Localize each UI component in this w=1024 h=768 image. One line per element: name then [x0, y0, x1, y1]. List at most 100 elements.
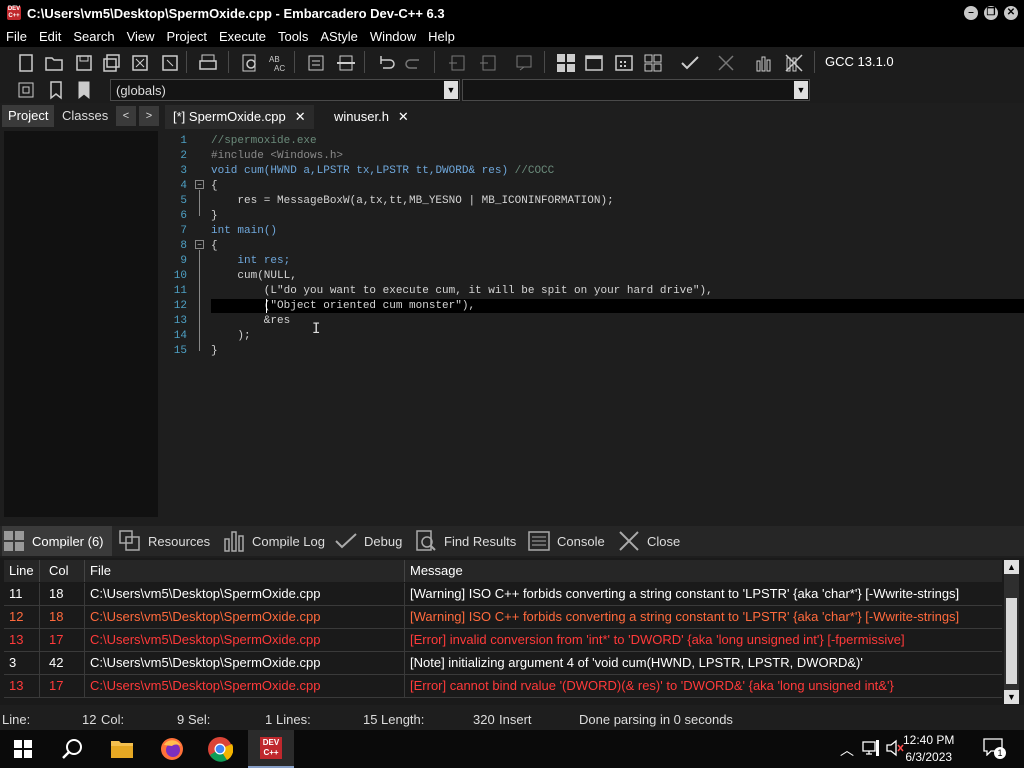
chevron-down-icon[interactable]: ▼ — [794, 81, 808, 99]
find-icon[interactable] — [238, 51, 262, 75]
devcpp-app-icon[interactable]: DEV C++ — [7, 6, 21, 20]
notification-center-icon[interactable]: 1 — [983, 738, 1006, 759]
menu-help[interactable]: Help — [422, 26, 461, 47]
toggle-bookmark-icon[interactable] — [44, 78, 68, 102]
menu-search[interactable]: Search — [67, 26, 120, 47]
undo-icon[interactable] — [374, 51, 398, 75]
code-line[interactable]: { — [211, 180, 218, 192]
indent-icon[interactable] — [304, 51, 328, 75]
chevron-right-icon[interactable]: > — [139, 106, 159, 126]
column-header-message[interactable]: Message — [405, 560, 1002, 582]
stop-execution-icon[interactable] — [714, 51, 738, 75]
function-combo[interactable]: ▼ — [462, 79, 810, 101]
table-row[interactable]: 13 17 C:\Users\vm5\Desktop\SpermOxide.cpp [… — [4, 675, 1002, 698]
code-line[interactable]: int res; — [211, 255, 290, 267]
column-header-col[interactable]: Col — [44, 560, 85, 582]
tab-winuser-h[interactable]: winuser.h ✕ — [326, 105, 417, 129]
rebuild-icon[interactable] — [641, 51, 665, 75]
profile-icon[interactable] — [752, 51, 776, 75]
tab-compile-log[interactable]: Compile Log — [222, 526, 325, 556]
code-line[interactable]: void cum(HWND a,LPSTR tx,LPSTR tt,DWORD&… — [211, 165, 554, 177]
save-all-icon[interactable] — [100, 51, 124, 75]
close-all-icon[interactable] — [158, 51, 182, 75]
restore-icon[interactable]: ❐ — [984, 6, 998, 20]
close-window-icon[interactable]: ✕ — [1004, 6, 1018, 20]
menu-edit[interactable]: Edit — [33, 26, 67, 47]
chevron-down-icon[interactable]: ▼ — [444, 81, 458, 99]
code-line[interactable]: { — [211, 240, 218, 252]
new-project-icon[interactable] — [446, 51, 470, 75]
close-tab-icon[interactable]: ✕ — [295, 109, 306, 124]
tab-console[interactable]: Console — [527, 526, 605, 556]
column-header-line[interactable]: Line — [4, 560, 40, 582]
windows-start-icon[interactable] — [8, 734, 38, 764]
chrome-icon[interactable] — [205, 734, 235, 764]
fold-toggle-icon[interactable]: − — [195, 180, 204, 189]
close-panel-button[interactable]: Close — [617, 526, 680, 556]
print-icon[interactable] — [196, 51, 220, 75]
check-syntax-icon[interactable] — [678, 51, 702, 75]
redo-icon[interactable] — [402, 51, 426, 75]
compiler-selector[interactable]: GCC 13.1.0 — [825, 54, 894, 69]
delete-profile-icon[interactable] — [782, 51, 806, 75]
compile-icon[interactable] — [554, 51, 578, 75]
chevron-up-icon[interactable]: ︿ — [840, 740, 854, 760]
close-file-icon[interactable] — [128, 51, 152, 75]
code-line[interactable]: //spermoxide.exe — [211, 135, 317, 147]
scroll-thumb[interactable] — [1006, 598, 1017, 684]
column-header-file[interactable]: File — [85, 560, 405, 582]
chevron-left-icon[interactable]: < — [116, 106, 136, 126]
code-line[interactable]: ("Object oriented cum monster"), — [211, 300, 475, 312]
code-line[interactable]: #include <Windows.h> — [211, 150, 343, 162]
code-line[interactable]: ); — [211, 330, 250, 342]
code-line[interactable]: &res — [211, 315, 290, 327]
devcpp-taskbar-button[interactable]: DEV C++ — [248, 730, 294, 768]
code-line[interactable]: int main() — [211, 225, 277, 237]
tab-classes[interactable]: Classes — [56, 105, 114, 127]
code-line[interactable]: } — [211, 210, 218, 222]
file-explorer-icon[interactable] — [107, 734, 137, 764]
minimize-icon[interactable]: – — [964, 6, 978, 20]
open-file-icon[interactable] — [42, 51, 66, 75]
code-line[interactable]: cum(NULL, — [211, 270, 296, 282]
save-icon[interactable] — [72, 51, 96, 75]
insert-icon[interactable] — [14, 78, 38, 102]
fold-toggle-icon[interactable]: − — [195, 240, 204, 249]
run-icon[interactable] — [582, 51, 606, 75]
unindent-icon[interactable] — [334, 51, 358, 75]
scope-combo[interactable]: (globals) ▼ — [110, 79, 460, 101]
project-options-icon[interactable] — [512, 51, 536, 75]
table-row[interactable]: 3 42 C:\Users\vm5\Desktop\SpermOxide.cpp [N… — [4, 652, 1002, 675]
vertical-scrollbar[interactable]: ▲ ▼ — [1004, 560, 1019, 704]
code-line[interactable]: } — [211, 345, 218, 357]
menu-project[interactable]: Project — [161, 26, 213, 47]
tab-resources[interactable]: Resources — [118, 526, 210, 556]
tab-debug[interactable]: Debug — [334, 526, 402, 556]
code-line[interactable]: res = MessageBoxW(a,tx,tt,MB_YESNO | MB_… — [211, 195, 613, 207]
scroll-down-icon[interactable]: ▼ — [1004, 690, 1019, 704]
firefox-icon[interactable] — [157, 734, 187, 764]
volume-muted-icon[interactable] — [885, 739, 905, 760]
menu-execute[interactable]: Execute — [213, 26, 272, 47]
compile-run-icon[interactable] — [612, 51, 636, 75]
taskbar-clock[interactable]: 12:40 PM 6/3/2023 — [903, 732, 954, 766]
table-row[interactable]: 11 18 C:\Users\vm5\Desktop\SpermOxide.cpp [… — [4, 583, 1002, 606]
code-editor[interactable]: 1 2 3 4 5 6 7 8 9 10 11 12 13 14 15 //spermoxide.exe #i… — [165, 129, 1024, 520]
tab-spermoxide-cpp[interactable]: [*] SpermOxide.cpp ✕ — [165, 105, 314, 129]
tab-find-results[interactable]: Find Results — [414, 526, 516, 556]
goto-bookmark-icon[interactable] — [72, 78, 96, 102]
network-icon[interactable] — [862, 739, 880, 760]
table-row[interactable]: 12 18 C:\Users\vm5\Desktop\SpermOxide.cpp [… — [4, 606, 1002, 629]
project-tree[interactable] — [4, 131, 158, 517]
remove-project-icon[interactable] — [476, 51, 500, 75]
menu-file[interactable]: File — [0, 26, 33, 47]
table-row[interactable]: 13 17 C:\Users\vm5\Desktop\SpermOxide.cpp [… — [4, 629, 1002, 652]
menu-astyle[interactable]: AStyle — [314, 26, 364, 47]
tab-compiler[interactable]: Compiler (6) — [2, 526, 112, 556]
replace-icon[interactable]: AB AC — [266, 51, 290, 75]
code-line[interactable]: (L"do you want to execute cum, it will b… — [211, 285, 713, 297]
tab-project[interactable]: Project — [2, 105, 55, 127]
close-tab-icon[interactable]: ✕ — [398, 109, 409, 124]
menu-tools[interactable]: Tools — [272, 26, 314, 47]
menu-view[interactable]: View — [121, 26, 161, 47]
